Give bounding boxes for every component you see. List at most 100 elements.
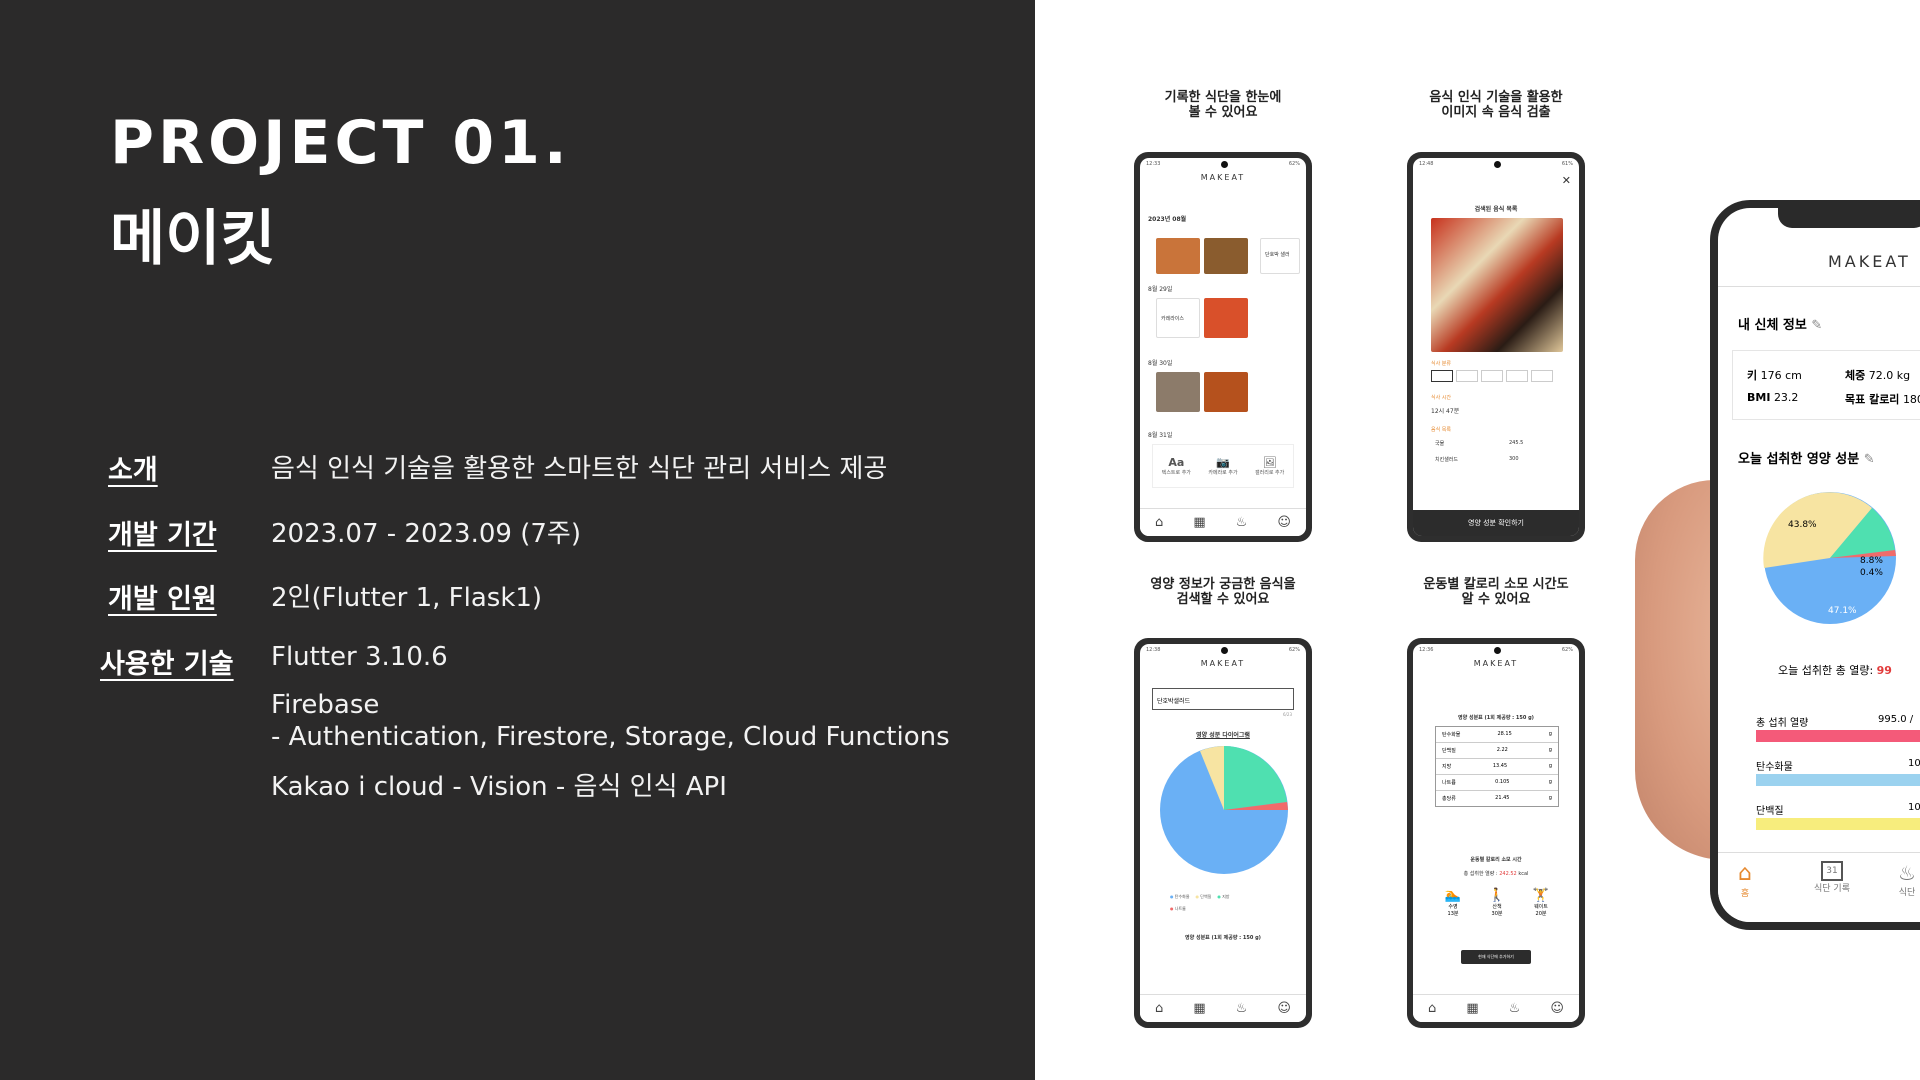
meal-option[interactable] bbox=[1506, 370, 1528, 382]
total-calorie: 총 섭취한 열량 : 242.52 kcal bbox=[1463, 871, 1529, 877]
food-search-input[interactable]: 단호박샐러드 bbox=[1152, 688, 1294, 710]
nutrition-table-title: 영양 성분표 (1회 제공량 : 150 g) bbox=[1185, 935, 1261, 941]
tab-calendar[interactable]: 31 식단 기록 bbox=[1814, 861, 1850, 894]
phone-calendar: 12:33 62% MAKEAT 2023년 08월 단호박 샐러 8월 29일 … bbox=[1134, 152, 1312, 542]
nutrition-pie-chart bbox=[1160, 746, 1288, 874]
brand-logo: MAKEAT bbox=[1200, 173, 1246, 182]
food-name: 치킨샐러드 bbox=[1435, 457, 1459, 463]
tab-home[interactable]: ⌂ 홈 bbox=[1738, 861, 1752, 899]
brand-logo: MAKEAT bbox=[1473, 659, 1519, 668]
calendar-icon[interactable]: ▦ bbox=[1193, 515, 1205, 530]
char-count: 6/23 bbox=[1283, 712, 1292, 717]
add-camera-button[interactable]: 📷 카메라로 추가 bbox=[1208, 456, 1237, 476]
edit-icon: ✎ bbox=[1811, 318, 1823, 333]
exercise-walk: 🚶 산책 30분 bbox=[1488, 888, 1506, 917]
protein-bar bbox=[1756, 818, 1920, 830]
add-text-button[interactable]: Aa 텍스트로 추가 bbox=[1162, 456, 1191, 476]
home-icon[interactable]: ⌂ bbox=[1428, 1001, 1436, 1016]
pie-label: 43.8% bbox=[1788, 520, 1817, 530]
food-icon: ♨ bbox=[1898, 861, 1916, 885]
table-row: 총당류 21.45 g bbox=[1442, 795, 1552, 802]
date-label: 8월 30일 bbox=[1148, 360, 1173, 367]
period-value: 2023.07 - 2023.09 (7주) bbox=[271, 519, 581, 549]
project-title: PROJECT 01. bbox=[110, 108, 571, 178]
meal-option[interactable] bbox=[1456, 370, 1478, 382]
profile-icon[interactable]: ☺ bbox=[1277, 515, 1291, 530]
check-nutrition-button[interactable]: 영양 성분 확인하기 bbox=[1413, 510, 1579, 536]
carb-bar bbox=[1756, 774, 1920, 786]
phone-exercise: 12:36 62% MAKEAT 영양 성분표 (1회 제공량 : 150 g) … bbox=[1407, 638, 1585, 1028]
caption-2: 음식 인식 기술을 활용한 이미지 속 음식 검출 bbox=[1429, 90, 1563, 120]
camera-icon bbox=[1221, 646, 1229, 654]
food-icon[interactable]: ♨ bbox=[1509, 1001, 1521, 1016]
date-label: 8월 29일 bbox=[1148, 286, 1173, 293]
pie-label: 8.8% bbox=[1860, 556, 1883, 566]
diagram-heading: 영양 성분 다이어그램 bbox=[1196, 732, 1250, 739]
tech-firebase: Firebase bbox=[271, 690, 380, 720]
meal-time-value[interactable]: 12시 47분 bbox=[1431, 406, 1459, 415]
caption-3: 영양 정보가 궁금한 음식을 검색할 수 있어요 bbox=[1150, 577, 1296, 607]
phone-detection: 12:48 61% ✕ 검색된 음식 목록 식사 분류 식사 시간 12시 47분… bbox=[1407, 152, 1585, 542]
meal-time-label: 식사 시간 bbox=[1431, 395, 1451, 401]
meal-option[interactable] bbox=[1431, 370, 1453, 382]
exercise-weight: 🏋 웨이트 20분 bbox=[1532, 888, 1550, 917]
intro-label: 소개 bbox=[108, 455, 158, 486]
caption-4: 운동별 칼로리 소모 시간도 알 수 있어요 bbox=[1423, 577, 1569, 607]
month-label: 2023년 08월 bbox=[1148, 216, 1187, 223]
body-info-card: 키 176 cm 체중 72.0 kg BMI 23.2 목표 칼로리 180 bbox=[1732, 350, 1920, 420]
food-photo[interactable] bbox=[1204, 298, 1248, 338]
brand-logo: MAKEAT bbox=[1200, 659, 1246, 668]
add-gallery-button[interactable]: 🖼 갤러리로 추가 bbox=[1255, 456, 1284, 476]
calendar-icon[interactable]: ▦ bbox=[1466, 1001, 1478, 1016]
total-cal-value: 995.0 / bbox=[1878, 714, 1914, 725]
exercise-heading: 운동별 칼로리 소모 시간 bbox=[1470, 857, 1522, 863]
tech-flutter: Flutter 3.10.6 bbox=[271, 642, 448, 672]
food-icon[interactable]: ♨ bbox=[1236, 515, 1248, 530]
profile-icon[interactable]: ☺ bbox=[1277, 1001, 1291, 1016]
add-to-meal-button[interactable]: 현재 식단에 추가하기 bbox=[1461, 950, 1531, 964]
camera-icon bbox=[1494, 646, 1502, 654]
tech-kakao: Kakao i cloud - Vision - 음식 인식 API bbox=[271, 772, 727, 802]
tech-label: 사용한 기술 bbox=[100, 649, 234, 680]
walk-icon: 🚶 bbox=[1488, 888, 1506, 903]
pie-legend: ● 탄수화물 ● 단백질 ● 지방 bbox=[1170, 894, 1230, 899]
food-photo[interactable] bbox=[1204, 238, 1248, 274]
close-icon[interactable]: ✕ bbox=[1562, 174, 1571, 187]
food-text-card[interactable]: 단호박 샐러 bbox=[1260, 238, 1300, 274]
body-info-heading: 내 신체 정보 ✎ bbox=[1738, 318, 1823, 333]
pie-label: 0.4% bbox=[1860, 568, 1883, 578]
nutrient-heading: 오늘 섭취한 영양 성분 ✎ bbox=[1738, 452, 1875, 467]
calendar-icon[interactable]: ▦ bbox=[1193, 1001, 1205, 1016]
today-total: 오늘 섭취한 총 열량: 99 bbox=[1778, 664, 1892, 677]
calendar-icon: 31 bbox=[1820, 861, 1843, 881]
meal-option[interactable] bbox=[1481, 370, 1503, 382]
food-amount[interactable]: 245.5 bbox=[1509, 440, 1523, 446]
food-text-card[interactable]: 카레라이스 bbox=[1156, 298, 1200, 338]
team-value: 2인(Flutter 1, Flask1) bbox=[271, 583, 543, 613]
phone-notch bbox=[1778, 208, 1920, 228]
carb-value: 107 bbox=[1908, 758, 1920, 769]
phone-search: 12:38 62% MAKEAT 단호박샐러드 6/23 영양 성분 다이어그램 … bbox=[1134, 638, 1312, 1028]
detected-heading: 검색된 음식 목록 bbox=[1474, 206, 1518, 213]
food-icon[interactable]: ♨ bbox=[1236, 1001, 1248, 1016]
camera-icon bbox=[1494, 160, 1502, 168]
protein-label: 단백질 bbox=[1756, 806, 1784, 817]
home-icon[interactable]: ⌂ bbox=[1155, 1001, 1163, 1016]
food-photo[interactable] bbox=[1156, 238, 1200, 274]
food-photo[interactable] bbox=[1204, 372, 1248, 412]
food-amount[interactable]: 300 bbox=[1509, 456, 1519, 462]
food-photo[interactable] bbox=[1156, 372, 1200, 412]
nutrition-table-title: 영양 성분표 (1회 제공량 : 150 g) bbox=[1458, 715, 1534, 721]
home-icon[interactable]: ⌂ bbox=[1155, 515, 1163, 530]
period-label: 개발 기간 bbox=[108, 520, 217, 551]
profile-icon[interactable]: ☺ bbox=[1550, 1001, 1564, 1016]
caption-1: 기록한 식단을 한눈에 볼 수 있어요 bbox=[1164, 90, 1282, 120]
bottom-tabbar: ⌂ 홈 31 식단 기록 ♨ 식단 bbox=[1718, 852, 1920, 922]
weight-icon: 🏋 bbox=[1532, 888, 1550, 903]
tab-info[interactable]: ♨ 식단 bbox=[1898, 861, 1916, 898]
food-name: 국물 bbox=[1435, 441, 1445, 447]
meal-option[interactable] bbox=[1531, 370, 1553, 382]
total-cal-label: 총 섭취 열량 bbox=[1756, 718, 1809, 729]
total-cal-bar bbox=[1756, 730, 1920, 742]
tech-firebase-detail: - Authentication, Firestore, Storage, Cl… bbox=[271, 722, 950, 752]
